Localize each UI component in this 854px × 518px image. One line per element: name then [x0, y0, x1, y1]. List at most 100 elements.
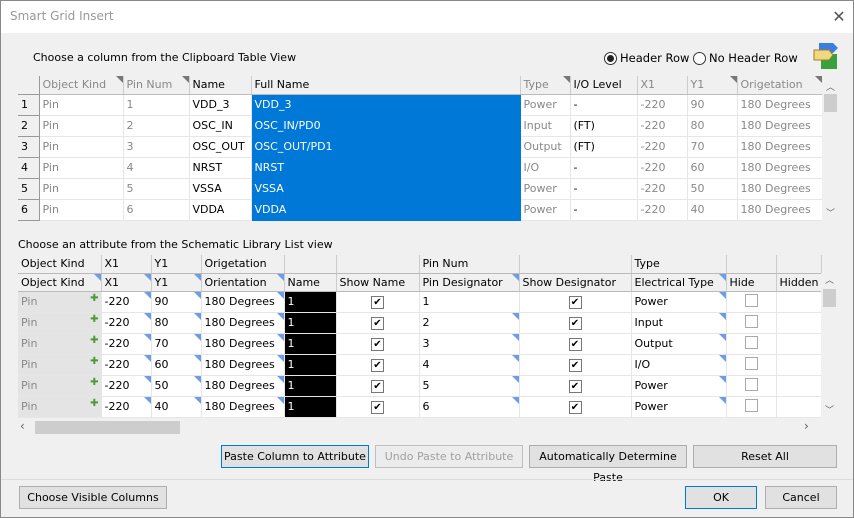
pin-designator-cell[interactable]: 2 — [419, 312, 520, 334]
undo-paste-button[interactable]: Undo Paste to Attribute — [375, 445, 523, 468]
show-name-cell[interactable]: ✔ — [336, 312, 420, 334]
row-number[interactable]: 5 — [18, 178, 40, 200]
table-cell[interactable]: OSC_OUT/PD1 — [251, 136, 521, 158]
hide-cell[interactable] — [726, 291, 777, 313]
table-cell[interactable]: - — [570, 94, 638, 116]
hidden-cell[interactable] — [776, 312, 822, 334]
table-cell[interactable]: - — [570, 178, 638, 200]
table-cell[interactable]: 90 — [687, 94, 738, 116]
show-designator-cell[interactable]: ✔ — [519, 375, 632, 397]
show-name-cell[interactable]: ✔ — [336, 291, 420, 313]
checkbox-checked[interactable]: ✔ — [568, 400, 582, 414]
table-cell[interactable]: 6 — [123, 199, 190, 221]
show-designator-cell[interactable]: ✔ — [519, 291, 632, 313]
table-cell[interactable]: VDDA — [189, 199, 252, 221]
checkbox-checked[interactable]: ✔ — [568, 337, 582, 351]
column-header[interactable]: Y1 — [151, 273, 202, 292]
object-kind-cell[interactable]: Pin ✚ — [18, 312, 102, 334]
table-cell[interactable]: 80 — [687, 115, 738, 137]
checkbox-unchecked[interactable] — [744, 377, 758, 391]
electrical-type-cell[interactable]: I/O — [631, 354, 727, 376]
reset-all-button[interactable]: Reset All — [693, 445, 837, 468]
electrical-type-cell[interactable]: Input — [631, 312, 727, 334]
table-row[interactable]: Pin ✚ -220 50 180 Degrees 1 ✔ 5 ✔ Power — [18, 375, 822, 397]
column-header[interactable]: Type — [520, 76, 571, 95]
table-cell[interactable]: Pin — [39, 199, 124, 221]
hide-cell[interactable] — [726, 354, 777, 376]
table-cell[interactable]: 60 — [687, 157, 738, 179]
checkbox-checked[interactable]: ✔ — [371, 400, 384, 414]
column-header[interactable]: Show Name — [336, 273, 420, 292]
checkbox-checked[interactable]: ✔ — [568, 358, 582, 372]
table-row[interactable]: Pin ✚ -220 60 180 Degrees 1 ✔ 4 ✔ I/O — [18, 354, 822, 376]
hidden-cell[interactable] — [776, 291, 822, 313]
electrical-type-cell[interactable]: Output — [631, 333, 727, 355]
table-row[interactable]: 6 Pin 6 VDDA VDDA Power - -220 40 180 Degrees — [18, 199, 823, 221]
table-cell[interactable]: 1 — [123, 94, 190, 116]
table-cell[interactable]: Power — [520, 94, 571, 116]
name-cell[interactable]: 1 — [284, 333, 337, 355]
schematic-horizontal-scrollbar[interactable]: ‹ › — [18, 419, 821, 436]
row-number[interactable]: 3 — [18, 136, 40, 158]
table-cell[interactable]: 70 — [687, 136, 738, 158]
table-cell[interactable]: Output — [520, 136, 571, 158]
scroll-up-icon[interactable]: ︿ — [821, 273, 838, 286]
table-cell[interactable]: (FT) — [570, 136, 638, 158]
show-designator-cell[interactable]: ✔ — [519, 396, 632, 418]
pin-designator-cell[interactable]: 6 — [419, 396, 520, 418]
hidden-cell[interactable] — [776, 396, 822, 418]
name-cell[interactable]: 1 — [284, 291, 337, 313]
column-header[interactable]: Full Name — [251, 76, 521, 95]
table-cell[interactable]: 180 Degrees — [737, 115, 823, 137]
choose-visible-columns-button[interactable]: Choose Visible Columns — [19, 486, 167, 509]
table-cell[interactable]: VSSA — [251, 178, 521, 200]
scroll-down-icon[interactable]: ﹀ — [822, 206, 839, 219]
electrical-type-cell[interactable]: Power — [631, 375, 727, 397]
orientation-cell[interactable]: 180 Degrees — [201, 354, 285, 376]
show-name-cell[interactable]: ✔ — [336, 375, 420, 397]
table-row[interactable]: Pin ✚ -220 70 180 Degrees 1 ✔ 3 ✔ Output — [18, 333, 822, 355]
column-header[interactable]: Pin Num — [123, 76, 190, 95]
checkbox-checked[interactable]: ✔ — [568, 379, 582, 393]
table-cell[interactable]: -220 — [637, 136, 688, 158]
name-cell[interactable]: 1 — [284, 375, 337, 397]
show-name-cell[interactable]: ✔ — [336, 354, 420, 376]
column-header[interactable]: Show Designator — [519, 273, 632, 292]
checkbox-unchecked[interactable] — [744, 314, 758, 328]
show-name-cell[interactable]: ✔ — [336, 396, 420, 418]
table-cell[interactable]: 180 Degrees — [737, 94, 823, 116]
cancel-button[interactable]: Cancel — [765, 486, 837, 509]
checkbox-checked[interactable]: ✔ — [568, 316, 582, 330]
scroll-left-icon[interactable]: ‹ — [20, 419, 25, 433]
y1-cell[interactable]: 80 — [151, 312, 202, 334]
hide-cell[interactable] — [726, 333, 777, 355]
y1-cell[interactable]: 90 — [151, 291, 202, 313]
y1-cell[interactable]: 40 — [151, 396, 202, 418]
object-kind-cell[interactable]: Pin ✚ — [18, 354, 102, 376]
column-header[interactable]: I/O Level — [570, 76, 638, 95]
table-cell[interactable]: -220 — [637, 199, 688, 221]
table-cell[interactable]: -220 — [637, 115, 688, 137]
show-designator-cell[interactable]: ✔ — [519, 333, 632, 355]
show-designator-cell[interactable]: ✔ — [519, 312, 632, 334]
schematic-table[interactable]: Object Kind X1 Y1 Origetation Pin Num Type Obj… — [18, 255, 822, 418]
table-cell[interactable]: 180 Degrees — [737, 157, 823, 179]
column-header[interactable]: Pin Designator — [419, 273, 520, 292]
x1-cell[interactable]: -220 — [101, 375, 152, 397]
table-cell[interactable]: 4 — [123, 157, 190, 179]
table-cell[interactable]: 40 — [687, 199, 738, 221]
table-row[interactable]: 5 Pin 5 VSSA VSSA Power - -220 50 180 Degrees — [18, 178, 823, 200]
hide-cell[interactable] — [726, 396, 777, 418]
x1-cell[interactable]: -220 — [101, 333, 152, 355]
close-icon[interactable]: ✕ — [827, 5, 851, 29]
scroll-up-icon[interactable]: ︿ — [822, 80, 839, 93]
table-cell[interactable]: OSC_OUT — [189, 136, 252, 158]
table-row[interactable]: 2 Pin 2 OSC_IN OSC_IN/PD0 Input (FT) -220 80 180 … — [18, 115, 823, 137]
header-row-radio[interactable]: Header Row — [604, 51, 689, 65]
column-header[interactable]: Name — [284, 273, 337, 292]
hide-cell[interactable] — [726, 312, 777, 334]
object-kind-cell[interactable]: Pin ✚ — [18, 333, 102, 355]
object-kind-cell[interactable]: Pin ✚ — [18, 291, 102, 313]
table-cell[interactable]: VDD_3 — [189, 94, 252, 116]
scrollbar-thumb[interactable] — [823, 289, 836, 307]
